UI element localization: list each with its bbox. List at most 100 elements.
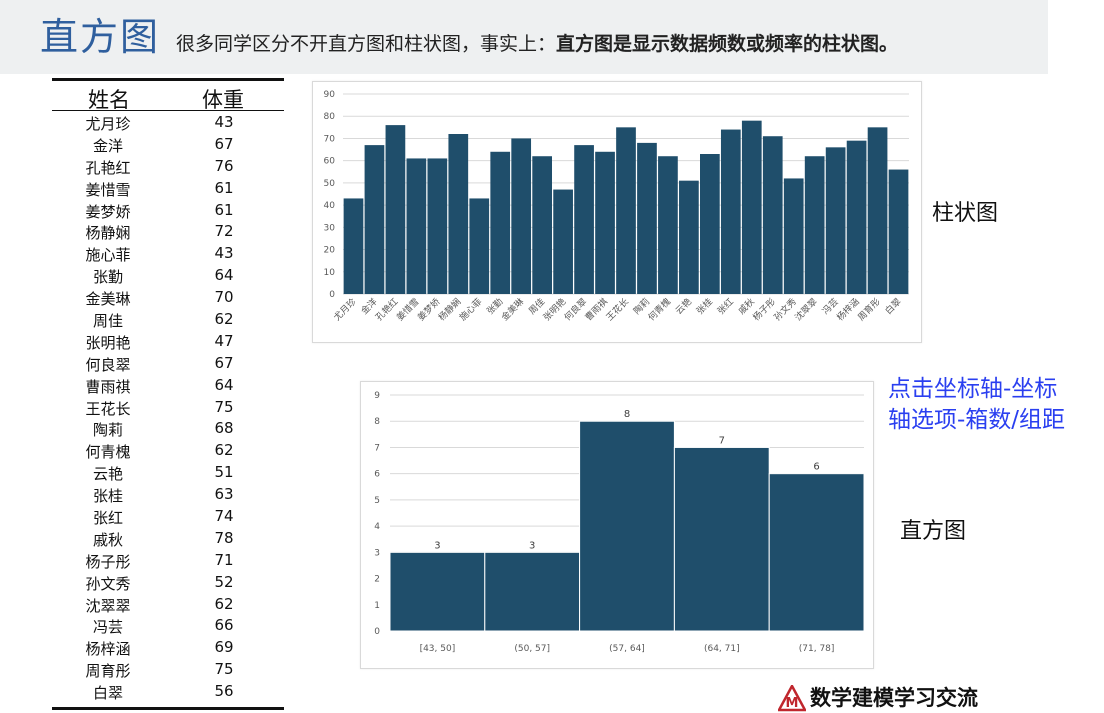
- y-tick-label: 20: [324, 246, 336, 256]
- cell-weight: 78: [214, 528, 234, 547]
- cell-weight: 70: [214, 288, 234, 307]
- table-row: 陶莉 68: [52, 419, 284, 441]
- table-row: 白翠 56: [52, 682, 284, 704]
- table-row: 孔艳红 76: [52, 157, 284, 179]
- y-tick-label: 7: [374, 443, 380, 453]
- table-row: 周育彤 75: [52, 660, 284, 682]
- bar: [762, 136, 783, 294]
- cell-weight: 52: [214, 572, 234, 591]
- x-tick-label: 王花长: [604, 296, 632, 324]
- y-tick-label: 1: [374, 601, 380, 611]
- table-row: 金洋 67: [52, 135, 284, 157]
- table-row: 戚秋 78: [52, 529, 284, 551]
- cell-weight: 56: [214, 682, 234, 701]
- cell-weight: 64: [214, 266, 234, 285]
- table-row: 张红 74: [52, 507, 284, 529]
- cell-weight: 43: [214, 244, 234, 263]
- table-row: 周佳 62: [52, 310, 284, 332]
- cell-name: 施心菲: [85, 246, 131, 265]
- cell-name: 曹雨祺: [85, 377, 131, 396]
- weight-table: 姓名 体重 尤月珍 43 金洋 67 孔艳红 76 姜惜雪 61 姜梦娇 61 杨静娴 72 施心菲 43…: [52, 78, 284, 710]
- y-tick-label: 50: [324, 179, 336, 189]
- table-row: 张桂 63: [52, 485, 284, 507]
- table-row: 冯芸 66: [52, 616, 284, 638]
- x-tick-label: 何青槐: [645, 296, 673, 324]
- bar: [574, 145, 594, 294]
- histogram-bar: [673, 446, 770, 632]
- x-tick-label: (50, 57]: [514, 644, 550, 654]
- y-tick-label: 80: [324, 112, 336, 122]
- hint-line-1: 点击坐标轴-坐标: [888, 376, 1058, 402]
- cell-weight: 43: [214, 113, 234, 131]
- data-label: 3: [434, 540, 440, 551]
- bar: [343, 198, 364, 294]
- table-row: 姜梦娇 61: [52, 201, 284, 223]
- table-row: 王花长 75: [52, 398, 284, 420]
- bar-chart-caption: 柱状图: [932, 201, 999, 226]
- x-tick-label: 尤月珍: [331, 296, 359, 324]
- bar: [658, 156, 678, 294]
- bar: [616, 127, 636, 294]
- bar: [825, 147, 846, 294]
- cell-weight: 62: [214, 594, 234, 613]
- cell-name: 孙文秀: [85, 574, 131, 593]
- cell-name: 戚秋: [92, 530, 123, 549]
- bar: [427, 158, 448, 294]
- cell-name: 冯芸: [92, 618, 123, 637]
- bar: [699, 154, 720, 294]
- cell-name: 杨静娴: [85, 224, 131, 243]
- x-tick-label: 姜梦娇: [415, 296, 443, 324]
- footer-text: 数学建模学习交流: [810, 686, 978, 710]
- cell-name: 沈翠翠: [85, 596, 131, 615]
- cell-weight: 47: [214, 331, 234, 350]
- bar-chart: 0102030405060708090尤月珍 金洋孔艳红姜惜雪姜梦娇杨静娴施心菲张…: [324, 90, 909, 324]
- x-tick-label: 杨梓涵: [834, 296, 862, 324]
- y-tick-label: 2: [374, 575, 380, 585]
- histogram-caption: 直方图: [900, 519, 967, 544]
- footer-watermark: M 数学建模学习交流: [778, 682, 978, 713]
- cell-name: 孔艳红: [85, 158, 131, 177]
- cell-name: 何良翠: [85, 355, 131, 374]
- bar: [846, 140, 867, 294]
- cell-name: 王花长: [85, 399, 131, 418]
- bar: [532, 156, 553, 294]
- table-header: 姓名 体重: [52, 84, 284, 112]
- table-row: 杨子彤 71: [52, 551, 284, 573]
- header-banner: 直方图 很多同学区分不开直方图和柱状图，事实上：直方图是显示数据频数或频率的柱状…: [0, 0, 1048, 74]
- x-tick-label: 周育彤: [855, 296, 883, 324]
- cell-name: 云艳: [92, 465, 123, 484]
- cell-weight: 72: [214, 222, 234, 241]
- cell-weight: 67: [214, 353, 234, 372]
- x-tick-label: (71, 78]: [799, 644, 835, 654]
- x-tick-label: 施心菲: [457, 296, 485, 324]
- table-row: 姜惜雪 61: [52, 179, 284, 201]
- cell-weight: 63: [214, 485, 234, 504]
- subtitle-bold: 直方图是显示数据频数或频率的柱状图。: [556, 33, 899, 55]
- x-tick-label: 沈翠翠: [792, 296, 820, 324]
- y-tick-label: 70: [324, 134, 336, 144]
- cell-name: 张桂: [92, 487, 123, 506]
- x-tick-label: 白翠: [882, 296, 903, 317]
- table-row: 曹雨祺 64: [52, 376, 284, 398]
- histogram-bar: [484, 551, 581, 632]
- bar: [637, 142, 657, 294]
- y-tick-label: 4: [374, 522, 380, 532]
- histogram-bar: [579, 420, 675, 632]
- y-tick-label: 0: [329, 290, 335, 300]
- cell-name: 杨梓涵: [85, 640, 131, 659]
- cell-weight: 64: [214, 375, 234, 394]
- x-tick-label: 姜惜雪: [394, 296, 422, 324]
- x-tick-label: 何良翠: [562, 296, 590, 324]
- cell-name: 姜惜雪: [85, 180, 131, 199]
- y-tick-label: 5: [374, 496, 380, 506]
- histogram-chart: 0 1 2 3 4 5 6 7 8 9 3 [43, 50] 3 (50, 57] 8 (57, 64] 7 (6…: [374, 391, 865, 654]
- table-row: 施心菲 43: [52, 244, 284, 266]
- table-row: 何良翠 67: [52, 354, 284, 376]
- y-tick-label: 3: [374, 548, 380, 558]
- x-tick-label: 杨静娴: [436, 296, 464, 324]
- data-label: 8: [624, 409, 630, 420]
- cell-name: 白翠: [92, 684, 123, 703]
- y-tick-label: 30: [324, 223, 336, 233]
- y-tick-label: 60: [324, 157, 336, 167]
- logo-letter: M: [786, 696, 799, 711]
